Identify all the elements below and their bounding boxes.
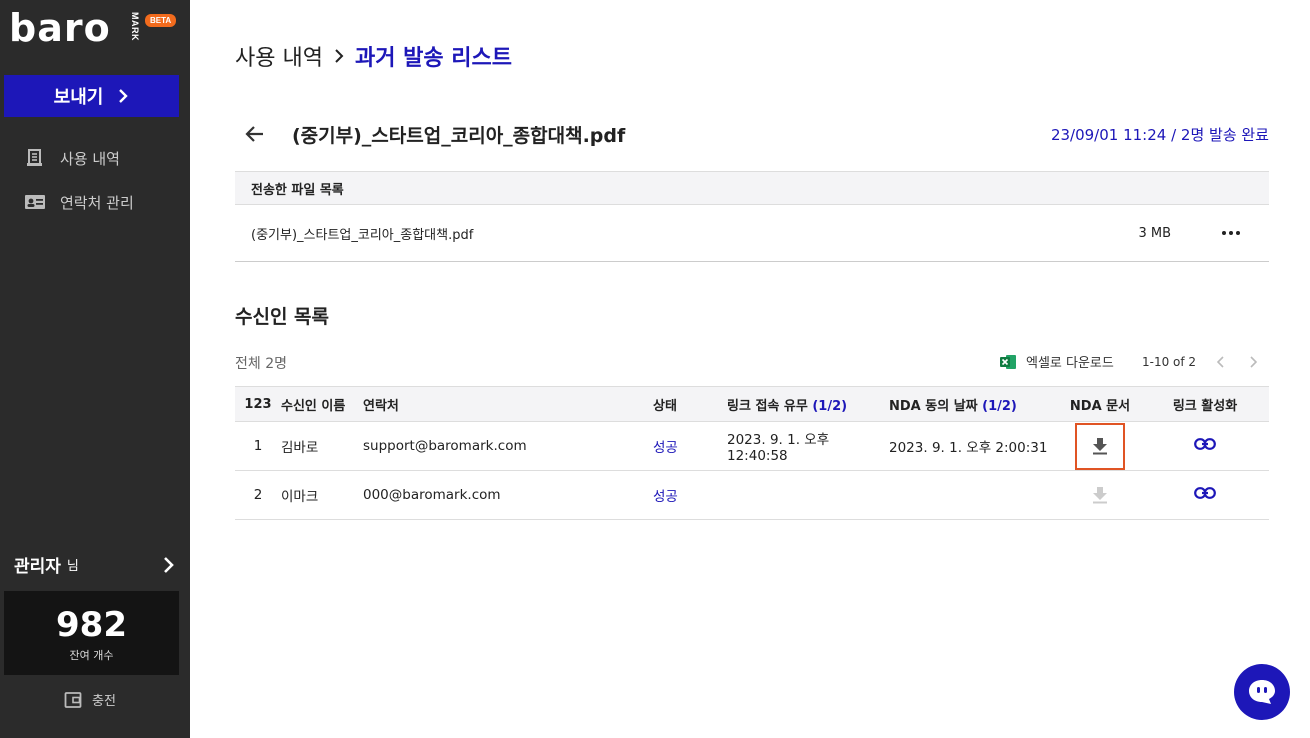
link-icon	[1194, 487, 1216, 499]
recipient-name: 김바로	[281, 421, 363, 471]
charge-label: 충전	[92, 694, 116, 709]
excel-download-label: 엑셀로 다운로드	[1026, 356, 1114, 371]
link-activate-button[interactable]	[1194, 438, 1216, 450]
row-number: 2	[235, 470, 281, 520]
col-number[interactable]: 123	[235, 386, 281, 422]
file-header: (중기부)_스타트업_코리아_종합대책.pdf 23/09/01 11:24 /…	[235, 118, 1269, 150]
chevron-left-icon	[1217, 356, 1224, 368]
next-page-button[interactable]	[1245, 353, 1261, 371]
col-nda-date: NDA 동의 날짜 (1/2)	[889, 386, 1059, 422]
nda-agree-date: 2023. 9. 1. 오후 2:00:31	[889, 421, 1059, 471]
col-nda-date-label: NDA 동의 날짜	[889, 398, 978, 414]
wallet-icon	[64, 691, 82, 708]
contact-card-icon	[25, 195, 45, 209]
remaining-count-box: 982 잔여 개수	[4, 591, 179, 675]
sidebar-item-label: 사용 내역	[60, 149, 120, 168]
logo[interactable]: baro MARK BETA	[9, 6, 189, 50]
col-nda-doc: NDA 문서	[1059, 386, 1141, 422]
files-section-header: 전송한 파일 목록	[235, 171, 1269, 205]
col-contact: 연락처	[363, 386, 653, 422]
col-nda-date-count: (1/2)	[982, 398, 1017, 414]
back-button[interactable]	[235, 118, 275, 150]
excel-download-button[interactable]: 엑셀로 다운로드	[1000, 352, 1114, 371]
recipients-total: 전체 2명	[235, 356, 287, 372]
sent-info: 23/09/01 11:24 / 2명 발송 완료	[1050, 125, 1269, 144]
file-title: (중기부)_스타트업_코리아_종합대책.pdf	[292, 124, 626, 147]
recipient-contact: support@baromark.com	[363, 421, 653, 471]
table-header-row: 123 수신인 이름 연락처 상태 링크 접속 유무 (1/2) NDA 동의 …	[235, 386, 1269, 422]
admin-profile[interactable]: 관리자 님	[14, 552, 174, 577]
receipt-icon	[27, 149, 42, 166]
file-name: (중기부)_스타트업_코리아_종합대책.pdf	[251, 227, 474, 243]
nda-doc-cell	[1059, 470, 1141, 520]
more-options-button[interactable]	[1219, 225, 1243, 241]
link-access-time	[727, 470, 889, 520]
send-button-label: 보내기	[53, 87, 104, 108]
recipients-table: 123 수신인 이름 연락처 상태 링크 접속 유무 (1/2) NDA 동의 …	[235, 386, 1269, 520]
breadcrumb-current: 과거 발송 리스트	[354, 46, 512, 71]
logo-vertical-text: MARK	[130, 12, 140, 41]
files-section-title: 전송한 파일 목록	[251, 182, 344, 198]
file-row: (중기부)_스타트업_코리아_종합대책.pdf 3 MB	[235, 205, 1269, 262]
prev-page-button[interactable]	[1213, 353, 1229, 371]
recipient-name: 이마크	[281, 470, 363, 520]
chevron-right-icon	[1250, 356, 1257, 368]
chat-button[interactable]	[1234, 664, 1290, 720]
chevron-right-icon	[335, 49, 344, 63]
col-status: 상태	[653, 386, 727, 422]
beta-badge: BETA	[145, 14, 177, 27]
sidebar: baro MARK BETA 보내기 사용 내역 연락처 관리 관리자 님 98…	[0, 0, 190, 738]
breadcrumb-parent[interactable]: 사용 내역	[235, 40, 323, 72]
file-size: 3 MB	[1138, 225, 1171, 241]
chevron-right-icon	[164, 556, 174, 573]
admin-suffix: 님	[66, 559, 79, 574]
download-icon	[1093, 487, 1107, 504]
arrow-left-icon	[245, 126, 263, 142]
link-icon	[1194, 438, 1216, 450]
pagination-info: 1-10 of 2	[1142, 355, 1197, 369]
charge-button[interactable]: 충전	[64, 690, 116, 709]
recipient-status: 성공	[653, 421, 727, 471]
remaining-label: 잔여 개수	[69, 649, 114, 662]
col-link-access-label: 링크 접속 유무	[727, 398, 808, 414]
more-horizontal-icon	[1222, 231, 1240, 235]
sidebar-item-contacts[interactable]: 연락처 관리	[24, 191, 134, 213]
download-icon	[1093, 438, 1107, 455]
nda-agree-date	[889, 470, 1059, 520]
recipients-title: 수신인 목록	[235, 306, 330, 328]
recipient-contact: 000@baromark.com	[363, 470, 653, 520]
remaining-count: 982	[56, 605, 127, 645]
nda-doc-cell	[1059, 421, 1141, 471]
breadcrumb: 사용 내역 과거 발송 리스트	[235, 40, 512, 72]
nda-download-button[interactable]	[1075, 422, 1125, 470]
col-link-access-count: (1/2)	[812, 398, 848, 414]
send-button[interactable]: 보내기	[4, 75, 179, 117]
nda-download-button-disabled	[1075, 472, 1125, 519]
recipient-status: 성공	[653, 470, 727, 520]
excel-icon	[1000, 354, 1016, 369]
row-number: 1	[235, 421, 281, 471]
link-activate-cell	[1141, 421, 1269, 471]
chevron-right-icon	[119, 89, 129, 103]
col-link-access: 링크 접속 유무 (1/2)	[727, 386, 889, 422]
col-link-activate: 링크 활성화	[1141, 386, 1269, 422]
col-name: 수신인 이름	[281, 386, 363, 422]
sidebar-item-label: 연락처 관리	[60, 193, 134, 212]
admin-name: 관리자	[14, 557, 61, 577]
link-activate-button[interactable]	[1194, 487, 1216, 499]
table-row: 2 이마크 000@baromark.com 성공	[235, 470, 1269, 520]
link-activate-cell	[1141, 470, 1269, 520]
table-row: 1 김바로 support@baromark.com 성공 2023. 9. 1…	[235, 421, 1269, 471]
logo-text: baro	[9, 6, 111, 50]
link-access-time: 2023. 9. 1. 오후 12:40:58	[727, 421, 889, 471]
chat-icon	[1249, 680, 1275, 704]
sidebar-item-usage[interactable]: 사용 내역	[24, 147, 120, 169]
